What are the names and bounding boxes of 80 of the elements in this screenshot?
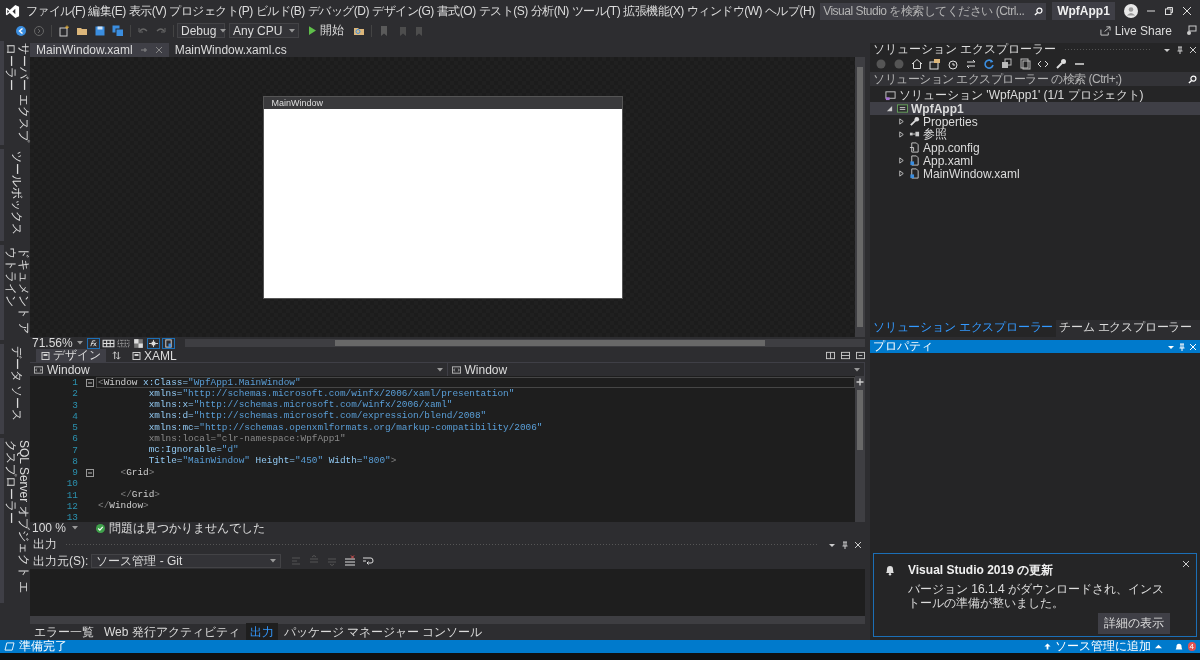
menu-item[interactable]: ウィンドウ(W)	[685, 2, 764, 20]
panel-tab[interactable]: チーム エクスプローラー	[1056, 318, 1196, 337]
source-dropdown[interactable]: ソース管理 - Git	[91, 554, 282, 568]
menu-item[interactable]: 分析(N)	[529, 2, 571, 20]
start-button[interactable]: 開始	[309, 22, 344, 39]
code-line: xmlns:d="http://schemas.microsoft.com/expression/blend/2008"	[147, 411, 487, 422]
search-field[interactable]: ソリューション エクスプローラー の検索 (Ctrl+;)	[870, 72, 1200, 86]
side-tab[interactable]: ドキュメント アウトライン	[4, 247, 30, 338]
tree-item[interactable]: 参照	[870, 128, 1200, 141]
configuration-dropdown[interactable]: Debug	[177, 23, 225, 38]
line-number: 11	[65, 489, 78, 501]
panel-tab[interactable]: パッケージ マネージャー コンソール	[279, 622, 487, 642]
line-number: 2	[71, 388, 78, 400]
line-number: 7	[71, 444, 78, 456]
menu-item[interactable]: 表示(V)	[127, 2, 168, 20]
code-line: mc:Ignorable="d"	[147, 445, 239, 456]
panel-title: プロパティ	[873, 338, 933, 355]
notification-title: Visual Studio 2019 の更新	[908, 562, 1055, 579]
code-line: xmlns:x="http://schemas.microsoft.com/winfx/2006/xaml"	[147, 400, 453, 411]
source-control-button[interactable]: ソース管理に追加	[1043, 638, 1162, 655]
line-number: 10	[65, 478, 78, 490]
tree-item[interactable]: App.config	[870, 141, 1200, 154]
tree-item[interactable]: MainWindow.xaml	[870, 167, 1200, 180]
code-line: xmlns:local="clr-namespace:WpfApp1"	[147, 433, 346, 444]
notification-message: バージョン 16.1.4 がダウンロードされ、インストールの準備が整いました。	[908, 582, 1166, 610]
side-tab[interactable]: データ ソース	[10, 346, 24, 422]
code-line: <Grid>	[119, 467, 155, 478]
zoom-dropdown[interactable]: 71.56%	[30, 336, 85, 350]
window-title: WpfApp1	[1052, 2, 1115, 20]
side-tab[interactable]: ツールボックス	[10, 151, 24, 235]
line-number: 12	[65, 500, 78, 512]
menu-item[interactable]: ビルド(B)	[254, 2, 307, 20]
line-number: 8	[71, 455, 78, 467]
line-number: 3	[71, 399, 78, 411]
tree-item[interactable]: Properties	[870, 115, 1200, 128]
status-message: 問題は見つかりませんでした	[109, 519, 266, 537]
code-line: </Window>	[98, 501, 149, 512]
menu-item[interactable]: ヘルプ(H)	[763, 2, 817, 20]
menu-item[interactable]: 拡張機能(X)	[621, 2, 686, 20]
panel-tab[interactable]: Web 発行アクティビティ	[100, 622, 244, 642]
code-line: </Grid>	[119, 490, 160, 501]
code-line: xmlns="http://schemas.microsoft.com/winfx/2006/xaml/presentation"	[147, 388, 515, 399]
line-number: 13	[66, 512, 78, 524]
zoom-dropdown[interactable]: 100 %	[30, 521, 81, 535]
side-tab[interactable]: SQL Server オブジェクト エクスプローラー	[4, 440, 30, 600]
details-button[interactable]: 詳細の表示	[1098, 613, 1170, 634]
document-tab[interactable]: MainWindow.xaml.cs	[168, 43, 293, 57]
menu-item[interactable]: デザイン(G)	[370, 2, 436, 20]
panel-tab[interactable]: ソリューション エクスプローラー	[870, 318, 1057, 337]
line-number: 6	[71, 433, 78, 445]
window-preview[interactable]: MainWindow	[262, 95, 623, 299]
tree-item[interactable]: ソリューション 'WpfApp1' (1/1 プロジェクト)	[870, 89, 1200, 102]
line-number: 4	[71, 410, 78, 422]
panel-title: 出力	[33, 536, 57, 553]
menu-item[interactable]: デバッグ(D)	[306, 2, 371, 20]
tree-item[interactable]: App.xaml	[870, 154, 1200, 167]
platform-dropdown[interactable]: Any CPU	[229, 23, 299, 38]
status-text: 準備完了	[19, 638, 67, 655]
menu-item[interactable]: ツール(T)	[570, 2, 622, 20]
preview-title: MainWindow	[271, 97, 324, 108]
menu-item[interactable]: プロジェクト(P)	[167, 2, 255, 20]
line-number: 1	[71, 377, 78, 389]
menu-item[interactable]: テスト(S)	[477, 2, 530, 20]
view-tab[interactable]: デザイン	[36, 349, 106, 362]
code-line: <Window x:Class="WpfApp1.MainWindow"	[98, 377, 301, 388]
line-number: 9	[71, 467, 78, 479]
code-line: Title="MainWindow" Height="450" Width="800">	[147, 456, 397, 467]
notification-count: 4	[1187, 642, 1196, 651]
menu-item[interactable]: ファイル(F)	[24, 2, 87, 20]
line-number: 5	[71, 422, 78, 434]
menu-item[interactable]: 書式(O)	[435, 2, 478, 20]
side-tab[interactable]: サーバー エクスプローラー	[4, 43, 30, 143]
tree-item[interactable]: WpfApp1	[870, 102, 1200, 115]
live-share-button[interactable]: Live Share	[1099, 23, 1172, 38]
menu-item[interactable]: 編集(E)	[86, 2, 128, 20]
source-label: 出力元(S):	[33, 552, 89, 570]
panel-title: ソリューション エクスプローラー	[873, 41, 1057, 58]
search-field[interactable]: Visual Studio を検索してください (Ctrl...	[820, 2, 1047, 20]
code-line: xmlns:mc="http://schemas.openxmlformats.org/markup-compatibility/2006"	[147, 422, 543, 433]
view-tab[interactable]: XAML	[127, 349, 182, 362]
